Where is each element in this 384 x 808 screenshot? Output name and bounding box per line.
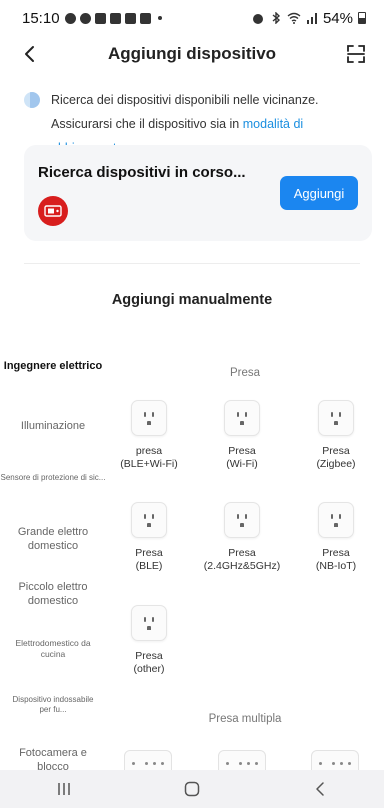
header: Aggiungi dispositivo bbox=[0, 36, 384, 72]
recent-apps-button[interactable] bbox=[44, 774, 84, 804]
device-glyph bbox=[44, 205, 62, 217]
back-arrow-icon bbox=[316, 782, 324, 796]
notification-app-icon bbox=[139, 12, 151, 24]
gallery-icon bbox=[124, 12, 136, 24]
section-title-socket: Presa bbox=[229, 367, 261, 379]
socket-icon bbox=[131, 400, 167, 436]
chevron-left-icon bbox=[25, 46, 34, 62]
device-label: Presa (NB-IoT) bbox=[315, 547, 357, 572]
device-socket-ble[interactable]: Presa (BLE) bbox=[104, 502, 194, 573]
divider bbox=[24, 263, 360, 264]
system-nav-bar bbox=[0, 770, 384, 808]
device-icon bbox=[38, 196, 68, 226]
recent-apps-icon bbox=[58, 783, 70, 795]
category-kitchen-appliance[interactable]: Elettrodomestico da cucina bbox=[0, 638, 106, 660]
socket-icon bbox=[224, 400, 260, 436]
device-socket-zigbee[interactable]: Presa (Zigbee) bbox=[291, 400, 381, 471]
search-card: Ricerca dispositivi in corso... Aggiungi bbox=[24, 145, 372, 241]
category-security-sensor[interactable]: Sensore di protezione di sic... bbox=[0, 473, 106, 483]
battery-percent: 54% bbox=[322, 9, 353, 27]
device-socket-wifi[interactable]: Presa (Wi-Fi) bbox=[197, 400, 287, 471]
category-small-appliance[interactable]: Piccolo elettro domestico bbox=[0, 580, 106, 608]
socket-icon bbox=[318, 502, 354, 538]
category-electrical-engineer[interactable]: Ingegnere elettrico bbox=[0, 360, 106, 373]
system-back-button[interactable] bbox=[300, 774, 340, 804]
device-label: Presa (Zigbee) bbox=[316, 445, 356, 470]
instagram-icon bbox=[79, 12, 91, 24]
bluetooth-search-icon bbox=[24, 92, 40, 108]
device-label: Presa (Wi-Fi) bbox=[226, 445, 258, 470]
scan-icon bbox=[347, 45, 365, 63]
device-label: Presa (2.4GHz&5GHz) bbox=[203, 547, 281, 572]
section-title-power-strip: Presa multipla bbox=[208, 713, 282, 725]
socket-icon bbox=[131, 502, 167, 538]
back-button[interactable] bbox=[18, 42, 42, 66]
more-notifications-icon bbox=[157, 16, 162, 20]
manual-add-title: Aggiungi manualmente bbox=[111, 292, 273, 308]
socket-icon bbox=[318, 400, 354, 436]
notification-icons bbox=[64, 12, 162, 24]
device-socket-other[interactable]: Presa (other) bbox=[104, 605, 194, 676]
status-time: 15:10 bbox=[22, 9, 60, 27]
category-large-appliance[interactable]: Grande elettro domestico bbox=[0, 525, 106, 553]
category-wearable[interactable]: Dispositivo indossabile per fu... bbox=[0, 695, 106, 715]
bluetooth-icon bbox=[272, 12, 281, 24]
status-bar: 15:10 54% bbox=[0, 0, 384, 36]
chat-icon bbox=[64, 12, 76, 24]
device-socket-nb-iot[interactable]: Presa (NB-IoT) bbox=[291, 502, 381, 573]
home-button[interactable] bbox=[172, 774, 212, 804]
home-icon bbox=[184, 781, 200, 797]
search-title: Ricerca dispositivi in corso... bbox=[38, 164, 246, 181]
device-socket-dual-band[interactable]: Presa (2.4GHz&5GHz) bbox=[197, 502, 287, 573]
mail-icon bbox=[109, 12, 121, 24]
page-title: Aggiungi dispositivo bbox=[107, 44, 277, 63]
category-lighting[interactable]: Illuminazione bbox=[0, 420, 106, 433]
wifi-icon bbox=[287, 12, 301, 24]
scan-button[interactable] bbox=[344, 42, 368, 66]
socket-icon bbox=[131, 605, 167, 641]
device-label: Presa (other) bbox=[133, 650, 165, 675]
app-icon bbox=[94, 12, 106, 24]
signal-icon bbox=[306, 13, 317, 24]
device-label: presa (BLE+Wi-Fi) bbox=[120, 445, 178, 470]
alarm-icon bbox=[252, 14, 263, 24]
battery-icon bbox=[358, 12, 366, 24]
socket-icon bbox=[224, 502, 260, 538]
device-socket-ble-wifi[interactable]: presa (BLE+Wi-Fi) bbox=[104, 400, 194, 471]
add-button[interactable]: Aggiungi bbox=[280, 176, 358, 210]
device-label: Presa (BLE) bbox=[135, 547, 163, 572]
